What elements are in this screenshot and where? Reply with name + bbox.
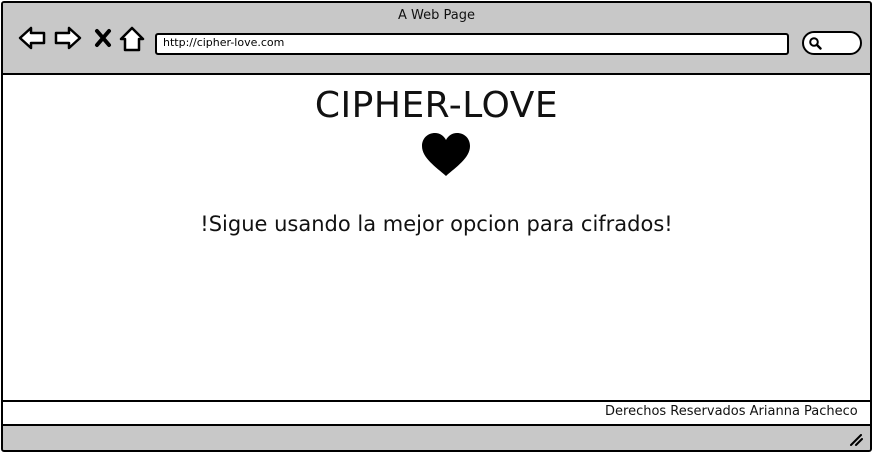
close-x-icon[interactable]	[93, 23, 113, 53]
url-text: http://cipher-love.com	[163, 36, 285, 49]
address-bar[interactable]: http://cipher-love.com	[155, 33, 789, 55]
back-arrow-icon[interactable]	[17, 23, 47, 53]
page-title: CIPHER-LOVE	[314, 85, 559, 126]
browser-toolbar: A Web Page http://cipher-love.com	[3, 3, 870, 75]
footer-text: Derechos Reservados Arianna Pacheco	[605, 404, 858, 419]
browser-window: A Web Page http://cipher-love.com CIPHER…	[1, 1, 872, 452]
resize-grip-icon[interactable]	[849, 434, 863, 446]
home-icon[interactable]	[118, 23, 146, 53]
tagline: !Sigue usando la mejor opcion para cifra…	[200, 212, 673, 236]
status-bar	[3, 426, 870, 450]
search-box[interactable]	[802, 31, 862, 55]
page-content: CIPHER-LOVE !Sigue usando la mejor opcio…	[3, 75, 870, 400]
heart-icon	[420, 132, 472, 182]
forward-arrow-icon[interactable]	[53, 23, 83, 53]
window-title: A Web Page	[398, 8, 475, 23]
footer-bar: Derechos Reservados Arianna Pacheco	[3, 400, 870, 426]
search-icon	[809, 37, 822, 50]
